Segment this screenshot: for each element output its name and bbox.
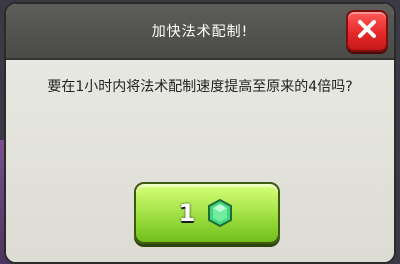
gem-cost: 1 (178, 199, 196, 227)
dialog-message: 要在1小时内将法术配制速度提高至原来的4倍吗? (47, 79, 353, 95)
close-icon (355, 17, 379, 45)
close-button[interactable] (346, 10, 388, 52)
dialog-title: 加快法术配制! (151, 24, 249, 40)
speed-up-dialog: 加快法术配制! 要在1小时内将法术配制速度提高至原来的4倍吗? 1 (4, 2, 396, 264)
dialog-content: 要在1小时内将法术配制速度提高至原来的4倍吗? 1 (6, 60, 394, 262)
confirm-speed-up-button[interactable]: 1 (134, 182, 280, 244)
gem-icon (205, 198, 235, 228)
dialog-header: 加快法术配制! (6, 4, 394, 60)
